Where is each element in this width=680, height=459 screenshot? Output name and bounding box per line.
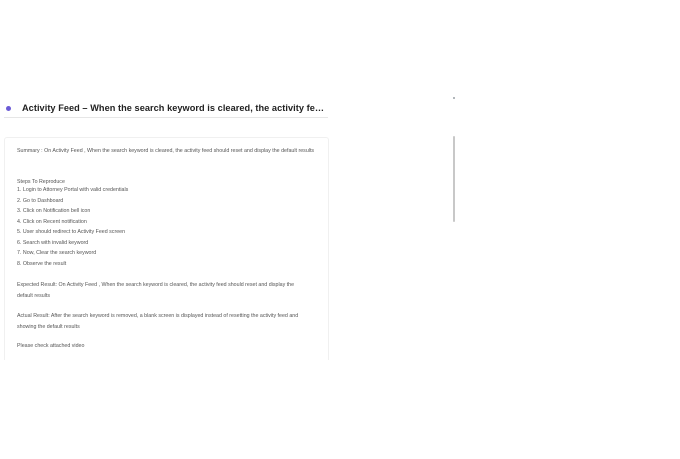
step-item: 8. Observe the result	[17, 260, 67, 267]
scrollbar[interactable]	[453, 136, 455, 222]
issue-title[interactable]: Activity Feed – When the search keyword …	[22, 103, 328, 113]
step-item: 3. Click on Notification bell icon	[17, 208, 91, 214]
issue-header[interactable]: Activity Feed – When the search keyword …	[4, 99, 328, 118]
step-item: 1. Login to Attorney Portal with valid c…	[17, 187, 129, 193]
actual-result-text: Actual Result: After the search keyword …	[17, 313, 299, 330]
step-item: 2. Go to Dashboard	[17, 197, 64, 204]
step-item: 6. Search with invalid keyword	[17, 239, 89, 246]
status-dot-icon	[6, 105, 11, 111]
dot-indicator	[453, 97, 455, 99]
note-text: Please check attached video	[17, 343, 85, 349]
step-item: 7. Now, Clear the search keyword	[17, 250, 97, 256]
steps-list: 1. Login to Attorney Portal with valid c…	[17, 185, 128, 269]
step-item: 5. User should redirect to Activity Feed…	[17, 229, 126, 235]
summary-text: Summary : On Activity Feed , When the se…	[17, 148, 315, 154]
expected-result-text: Expected Result: On Activity Feed , When…	[17, 282, 295, 299]
step-item: 4. Click on Recent notification	[17, 218, 87, 225]
